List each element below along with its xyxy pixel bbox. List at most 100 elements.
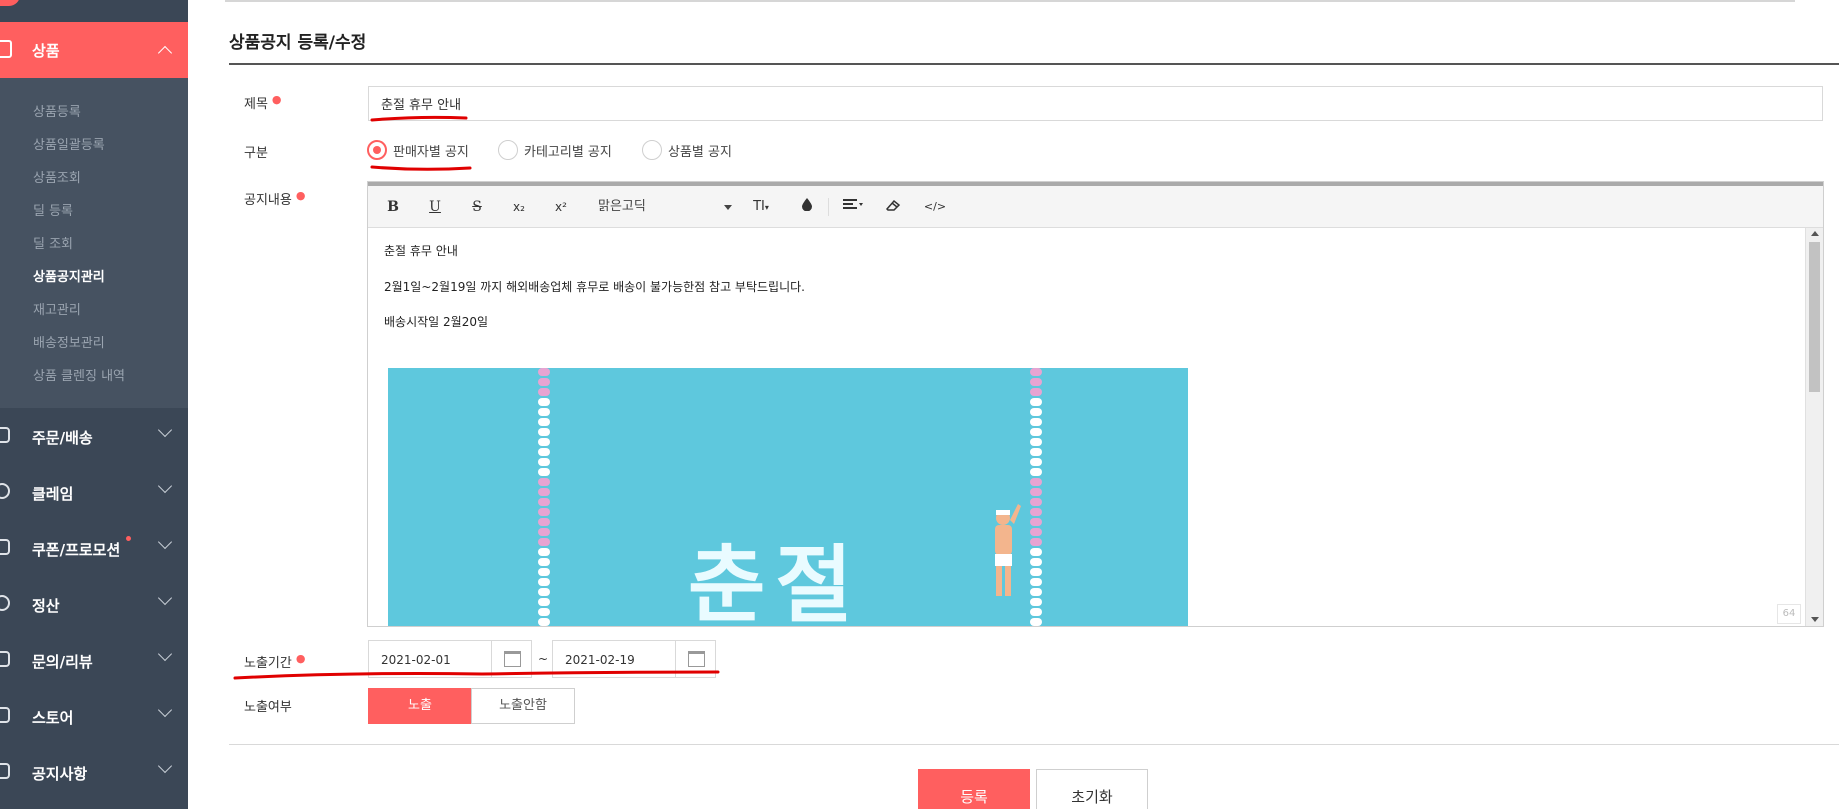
reset-button[interactable]: 초기화 (1036, 769, 1148, 809)
align-button[interactable] (838, 196, 868, 218)
font-size-button[interactable]: TI▾ (746, 196, 776, 218)
chevron-down-icon (157, 534, 173, 550)
sidebar-section-settlement[interactable]: 정산 (0, 590, 188, 620)
underline-button[interactable]: U (424, 196, 446, 218)
calendar-icon (688, 651, 705, 667)
sidebar-section-label: 정산 (32, 597, 60, 615)
sidebar-section-product[interactable]: 상품 (0, 22, 188, 78)
code-view-button[interactable]: </> (922, 196, 948, 218)
period-label-text: 노출기간 (244, 656, 292, 671)
scroll-up-icon[interactable] (1811, 231, 1819, 236)
bottom-divider (229, 744, 1839, 745)
content-label-text: 공지내용 (244, 193, 292, 208)
sidebar-item-product-register[interactable]: 상품등록 (33, 101, 81, 120)
claim-icon (0, 483, 10, 499)
sidebar-item-shipping-info[interactable]: 배송정보관리 (33, 332, 105, 351)
content-label: 공지내용 ● (244, 189, 305, 208)
scroll-down-icon[interactable] (1811, 617, 1819, 622)
won-icon (0, 595, 10, 611)
sidebar-section-order[interactable]: 주문/배송 (0, 422, 188, 452)
calendar-icon (0, 40, 12, 58)
sidebar-section-claim[interactable]: 클레임 (0, 478, 188, 508)
top-divider (225, 0, 1795, 2)
editor-toolbar: B U S x₂ x² 맑은고딕 TI▾ </> (368, 186, 1823, 228)
resize-handle[interactable]: 64 (1777, 604, 1801, 624)
end-date-field[interactable]: 2021-02-19 (552, 640, 716, 678)
caret-down-icon: ▾ (764, 203, 769, 212)
radio-label: 카테고리별 공지 (524, 144, 612, 160)
bold-button[interactable]: B (382, 196, 404, 218)
text-color-button[interactable] (796, 196, 818, 218)
sidebar-submenu: 상품등록 상품일괄등록 상품조회 딜 등록 딜 조회 상품공지관리 재고관리 배… (0, 78, 188, 408)
subscript-button[interactable]: x₂ (506, 196, 532, 218)
sidebar-section-label: 스토어 (32, 709, 74, 727)
editor-content[interactable]: 춘절 휴무 안내 2월1일~2월19일 까지 해외배송업체 휴무로 배송이 불가… (368, 228, 1806, 626)
end-date-value: 2021-02-19 (565, 653, 635, 667)
sidebar-item-deal-register[interactable]: 딜 등록 (33, 200, 73, 219)
end-date-calendar-button[interactable] (675, 641, 715, 677)
chevron-down-icon (157, 590, 173, 606)
editor-scrollbar[interactable] (1805, 228, 1823, 626)
chat-icon (0, 651, 10, 667)
sidebar-section-store[interactable]: 스토어 (0, 702, 188, 732)
chevron-down-icon (157, 646, 173, 662)
toolbar-separator (828, 198, 829, 216)
font-family-select[interactable]: 맑은고딕 (598, 196, 738, 218)
store-icon (0, 707, 10, 723)
superscript-button[interactable]: x² (548, 196, 574, 218)
annotation-underline (370, 165, 472, 171)
visibility-show-button[interactable]: 노출 (368, 688, 472, 724)
sidebar-section-label: 클레임 (32, 485, 74, 503)
sidebar-section-label: 공지사항 (32, 765, 88, 783)
scroll-thumb[interactable] (1809, 242, 1820, 392)
caret-down-icon (724, 205, 732, 210)
sidebar: 상품 상품등록 상품일괄등록 상품조회 딜 등록 딜 조회 상품공지관리 재고관… (0, 0, 188, 809)
chevron-down-icon (157, 758, 173, 774)
sidebar-item-cleansing[interactable]: 상품 클렌징 내역 (33, 365, 125, 384)
chevron-down-icon (157, 478, 173, 494)
calendar-icon (504, 651, 521, 667)
sidebar-top-tab[interactable] (0, 0, 20, 6)
spring-festival-banner-image: 춘절 (388, 368, 1188, 626)
sidebar-section-inquiry[interactable]: 문의/리뷰 (0, 646, 188, 676)
radio-seller-notice[interactable]: 판매자별 공지 (367, 140, 469, 160)
content-line: 춘절 휴무 안내 (384, 244, 458, 258)
period-label: 노출기간 ● (244, 652, 305, 671)
font-size-label: TI (753, 199, 765, 214)
radio-product-notice[interactable]: 상품별 공지 (642, 140, 732, 160)
sidebar-item-deal-search[interactable]: 딜 조회 (33, 233, 73, 252)
eraser-button[interactable] (882, 196, 904, 218)
sidebar-section-notice[interactable]: 공지사항 (0, 758, 188, 788)
radio-checked-icon (367, 140, 387, 160)
sidebar-item-bulk-register[interactable]: 상품일괄등록 (33, 134, 105, 153)
page-title: 상품공지 등록/수정 (229, 33, 367, 53)
start-date-field[interactable]: 2021-02-01 (368, 640, 532, 678)
category-label: 구분 (244, 146, 268, 161)
title-input[interactable] (368, 86, 1823, 121)
chevron-up-icon (157, 45, 173, 61)
strikethrough-button[interactable]: S (466, 196, 488, 218)
truck-icon (0, 427, 10, 443)
radio-label: 상품별 공지 (668, 144, 732, 160)
title-label-text: 제목 (244, 97, 268, 112)
font-family-value: 맑은고딕 (598, 199, 646, 214)
required-mark: ● (295, 652, 306, 665)
lane-rope-icon (1030, 368, 1042, 626)
sidebar-item-inventory[interactable]: 재고관리 (33, 299, 81, 318)
start-date-calendar-button[interactable] (491, 641, 531, 677)
swimmer-icon (995, 504, 1021, 596)
chevron-down-icon (157, 702, 173, 718)
sidebar-section-coupon[interactable]: 쿠폰/프로모션 (0, 534, 188, 564)
period-separator: ~ (538, 652, 549, 666)
radio-category-notice[interactable]: 카테고리별 공지 (498, 140, 612, 160)
sidebar-section-label: 쿠폰/프로모션 (32, 541, 121, 559)
submit-button[interactable]: 등록 (918, 769, 1030, 809)
required-mark: ● (271, 93, 282, 106)
radio-unchecked-icon (498, 140, 518, 160)
sidebar-item-product-search[interactable]: 상품조회 (33, 167, 81, 186)
coupon-icon (0, 539, 10, 555)
visibility-hide-button[interactable]: 노출안함 (471, 688, 575, 724)
sidebar-item-product-notice[interactable]: 상품공지관리 (33, 266, 105, 285)
required-mark: ● (295, 189, 306, 202)
content-line: 배송시작일 2월20일 (384, 315, 488, 329)
